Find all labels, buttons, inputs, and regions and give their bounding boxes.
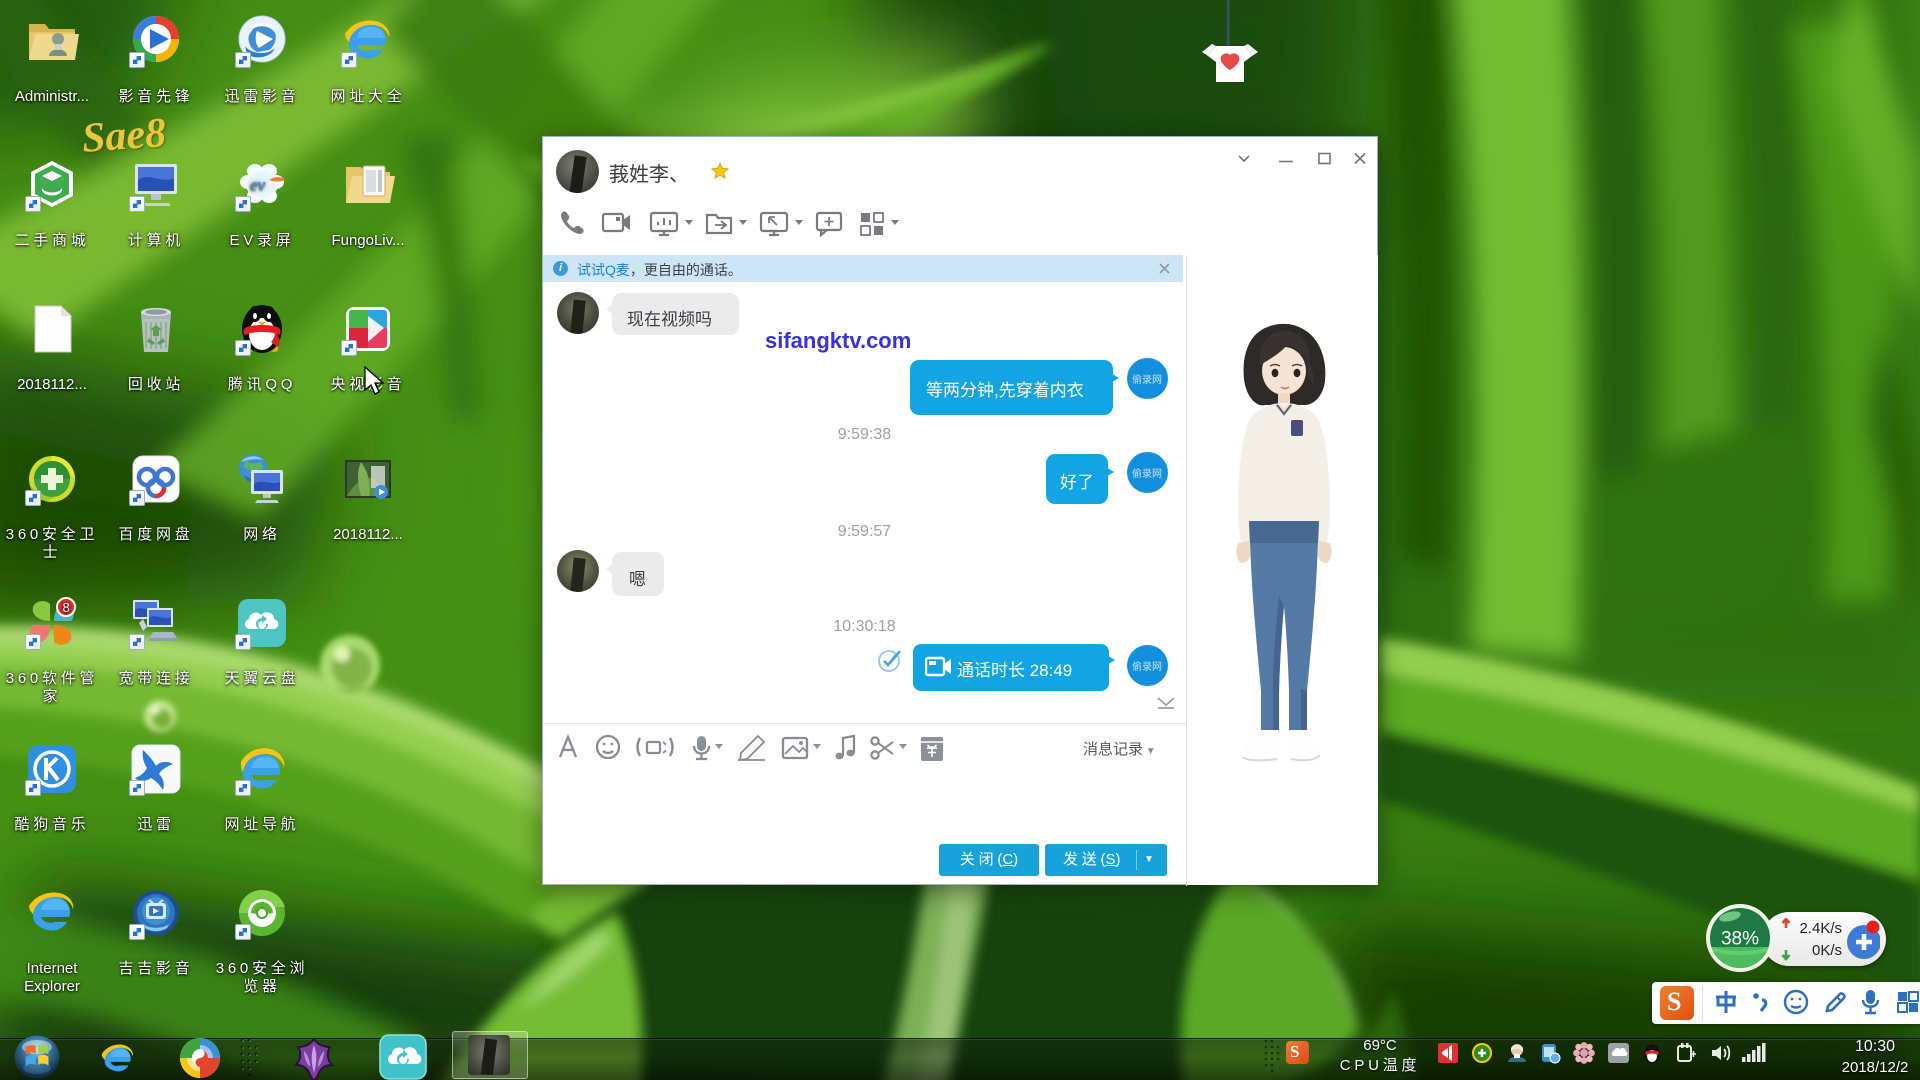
- svg-text:8: 8: [63, 600, 70, 615]
- svg-text:2.4K/s: 2.4K/s: [1799, 920, 1842, 937]
- svg-text:ev: ev: [250, 175, 266, 194]
- svg-text:0K/s: 0K/s: [1812, 942, 1842, 959]
- svg-text:38%: 38%: [1721, 929, 1759, 950]
